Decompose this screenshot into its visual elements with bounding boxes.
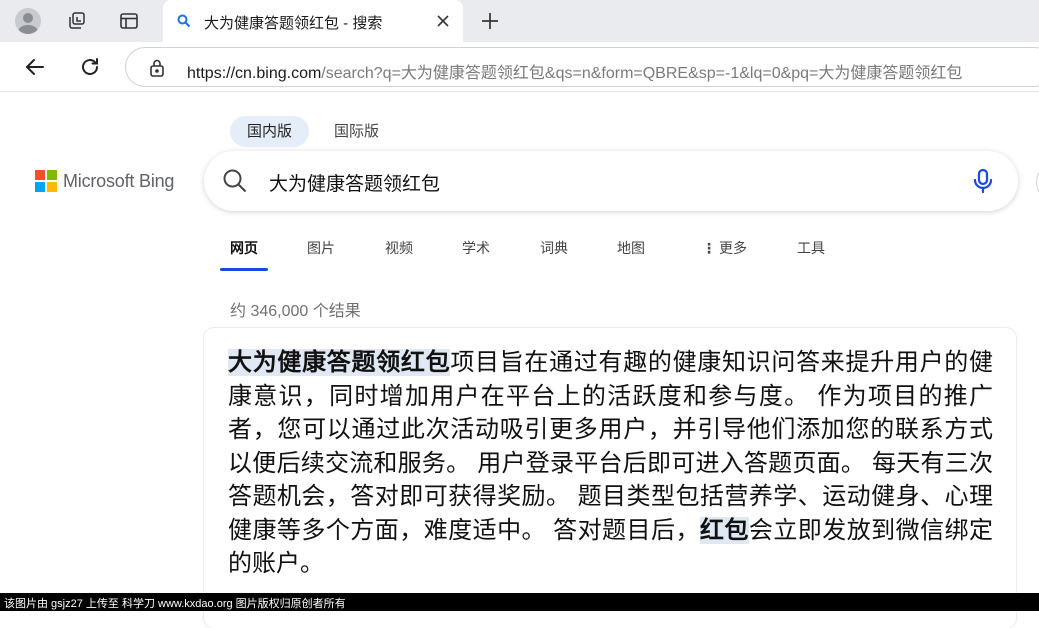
- logo-text: Microsoft Bing: [63, 170, 175, 191]
- tab-web[interactable]: 网页: [230, 238, 258, 258]
- result-count: 约 346,000 个结果: [230, 303, 361, 320]
- answer-highlight-word: 红包: [699, 516, 749, 544]
- tab-actions-icon: [120, 13, 138, 29]
- more-dots-icon: ⋮: [702, 240, 716, 256]
- active-tab[interactable]: 大为健康答题领红包 - 搜索: [163, 0, 463, 42]
- url-text: https://cn.bing.com/search?q=大为健康答题领红包&q…: [187, 59, 962, 83]
- answer-highlight-title: 大为健康答题领红包: [228, 349, 451, 376]
- scope-tab-international[interactable]: 国际版: [317, 116, 396, 147]
- watermark-text: 该图片由 gsjz27 上传至 科学刀 www.kxdao.org 图片版权归原…: [4, 598, 346, 610]
- close-tab-button[interactable]: [433, 11, 453, 31]
- avatar-icon: [15, 8, 41, 34]
- tab-actions-button[interactable]: [114, 6, 144, 36]
- url-host: https://cn.bing.com: [187, 65, 322, 82]
- back-button[interactable]: [20, 52, 50, 82]
- tab-maps[interactable]: 地图: [617, 238, 645, 258]
- close-icon: [437, 15, 449, 27]
- url-path: /search?q=大为健康答题领红包&qs=n&form=QBRE&sp=-1…: [321, 65, 963, 82]
- search-input[interactable]: 大为健康答题领红包: [269, 169, 440, 196]
- new-tab-button[interactable]: [475, 6, 505, 36]
- tab-dictionary[interactable]: 词典: [540, 238, 568, 258]
- bing-search-favicon: [175, 12, 193, 30]
- answer-card: 大为健康答题领红包项目旨在通过有趣的健康知识问答来提升用户的健康意识，同时增加用…: [204, 328, 1016, 628]
- arrow-left-icon: [26, 59, 44, 75]
- bing-logo[interactable]: Microsoft Bing: [35, 170, 174, 192]
- tab-strip: 大为健康答题领红包 - 搜索: [0, 0, 1039, 42]
- tab-videos[interactable]: 视频: [385, 238, 413, 258]
- watermark-footer: 该图片由 gsjz27 上传至 科学刀 www.kxdao.org 图片版权归原…: [0, 593, 1039, 611]
- search-icon[interactable]: [222, 168, 248, 194]
- navigation-bar: https://cn.bing.com/search?q=大为健康答题领红包&q…: [0, 42, 1039, 92]
- tab-academic[interactable]: 学术: [462, 238, 490, 258]
- address-bar[interactable]: https://cn.bing.com/search?q=大为健康答题领红包&q…: [125, 47, 1039, 87]
- region-scope-tabs: 国内版 国际版: [230, 116, 396, 147]
- refresh-icon: [82, 58, 98, 75]
- workspaces-icon: [69, 12, 85, 29]
- tab-more-label: 更多: [719, 240, 747, 256]
- active-tab-underline: [220, 268, 268, 271]
- workspaces-button[interactable]: [62, 6, 92, 36]
- tab-tools[interactable]: 工具: [797, 238, 825, 258]
- plus-icon: [482, 13, 498, 29]
- answer-text: 大为健康答题领红包项目旨在通过有趣的健康知识问答来提升用户的健康意识，同时增加用…: [228, 346, 993, 581]
- answer-body-1: 项目旨在通过有趣的健康知识问答来提升用户的健康意识，同时增加用户在平台上的活跃度…: [228, 349, 994, 544]
- microsoft-logo-icon: [35, 170, 57, 192]
- lock-icon[interactable]: [148, 58, 166, 78]
- reload-button[interactable]: [75, 52, 105, 82]
- search-box[interactable]: 大为健康答题领红包: [204, 151, 1018, 211]
- search-results-page: 国内版 国际版 Microsoft Bing 大为健康答题领红包 网页 图片 视…: [5, 93, 1039, 628]
- tab-images[interactable]: 图片: [307, 238, 335, 258]
- tab-title: 大为健康答题领红包 - 搜索: [204, 15, 383, 32]
- tab-more[interactable]: ⋮ 更多: [702, 238, 747, 258]
- scope-tab-domestic[interactable]: 国内版: [230, 116, 310, 147]
- microphone-icon[interactable]: [969, 167, 997, 195]
- profile-avatar[interactable]: [13, 6, 43, 36]
